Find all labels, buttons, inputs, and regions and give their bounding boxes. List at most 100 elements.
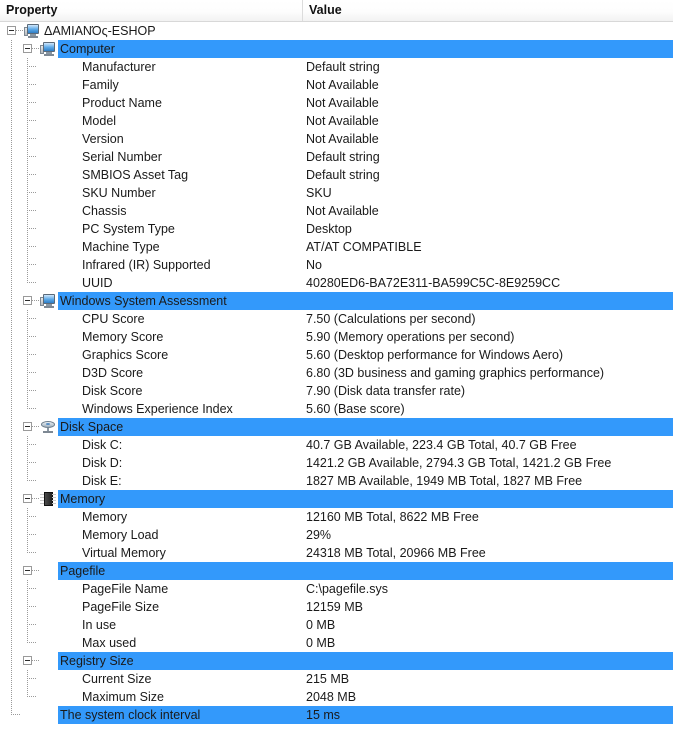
tree-row[interactable]: Manufacturer Default string — [0, 58, 673, 76]
tree-row[interactable]: SMBIOS Asset Tag Default string — [0, 166, 673, 184]
tree-connector-line — [27, 642, 37, 643]
tree-row[interactable]: Product Name Not Available — [0, 94, 673, 112]
tree-row[interactable]: In use 0 MB — [0, 616, 673, 634]
tree-row[interactable]: D3D Score 6.80 (3D business and gaming gr… — [0, 364, 673, 382]
property-label: Memory — [82, 510, 128, 524]
tree-connector-line — [11, 400, 12, 418]
property-label: Disk Score — [82, 384, 143, 398]
tree-connector-line — [27, 516, 37, 517]
tree-connector-line — [27, 526, 28, 544]
tree-connector-line — [27, 508, 28, 526]
property-label: Memory Load — [82, 528, 159, 542]
tree-connector-line — [27, 480, 37, 481]
tree-section-windows-system-assessment[interactable]: Windows System Assessment — [0, 292, 673, 310]
tree-connector-line — [11, 238, 12, 256]
property-label: Current Size — [82, 672, 152, 686]
tree-expander-collapse-icon[interactable] — [23, 566, 32, 575]
property-value: 7.50 (Calculations per second) — [306, 312, 476, 326]
property-value: 29% — [306, 528, 332, 542]
property-value: 40.7 GB Available, 223.4 GB Total, 40.7 … — [306, 438, 577, 452]
property-value: Default string — [306, 60, 380, 74]
tree-connector-line — [27, 606, 37, 607]
column-header-bar: Property Value — [0, 0, 673, 22]
tree-row[interactable]: Memory 12160 MB Total, 8622 MB Free — [0, 508, 673, 526]
tree-row[interactable]: Virtual Memory 24318 MB Total, 20966 MB F… — [0, 544, 673, 562]
property-value: Not Available — [306, 96, 379, 110]
tree-row[interactable]: PC System Type Desktop — [0, 220, 673, 238]
tree-row[interactable]: Family Not Available — [0, 76, 673, 94]
tree-connector-line — [32, 48, 40, 49]
property-label: Product Name — [82, 96, 162, 110]
tree-expander-collapse-icon[interactable] — [7, 26, 16, 35]
column-header-property[interactable]: Property — [0, 0, 302, 21]
tree-expander-collapse-icon[interactable] — [23, 494, 32, 503]
tree-section-disk-space[interactable]: Disk Space — [0, 418, 673, 436]
property-label: SMBIOS Asset Tag — [82, 168, 189, 182]
tree-section-computer[interactable]: Computer — [0, 40, 673, 58]
property-value: Default string — [306, 168, 380, 182]
tree-row[interactable]: Version Not Available — [0, 130, 673, 148]
tree-connector-line — [11, 148, 12, 166]
tree-connector-line — [27, 256, 28, 274]
tree-expander-collapse-icon[interactable] — [23, 296, 32, 305]
tree-connector-line — [11, 130, 12, 148]
property-label: Max used — [82, 636, 137, 650]
tree-expander-collapse-icon[interactable] — [23, 44, 32, 53]
tree-row[interactable]: Maximum Size 2048 MB — [0, 688, 673, 706]
tree-section-memory[interactable]: Memory — [0, 490, 673, 508]
tree-row[interactable]: Memory Load 29% — [0, 526, 673, 544]
tree-connector-line — [11, 688, 12, 706]
tree-row[interactable]: Disk E: 1827 MB Available, 1949 MB Total,… — [0, 472, 673, 490]
tree-section-label: Registry Size — [60, 654, 134, 668]
tree-row[interactable]: Serial Number Default string — [0, 148, 673, 166]
tree-row[interactable]: Disk D: 1421.2 GB Available, 2794.3 GB To… — [0, 454, 673, 472]
tree-row[interactable]: UUID 40280ED6-BA72E311-BA599C5C-8E9259CC — [0, 274, 673, 292]
tree-row[interactable]: PageFile Size 12159 MB — [0, 598, 673, 616]
property-value: 7.90 (Disk data transfer rate) — [306, 384, 466, 398]
tree-row[interactable]: Max used 0 MB — [0, 634, 673, 652]
tree-row[interactable]: Model Not Available — [0, 112, 673, 130]
tree-root-node[interactable]: ΔAMIANΌς-ESHOP — [0, 22, 673, 40]
tree-row[interactable]: Chassis Not Available — [0, 202, 673, 220]
tree-row[interactable]: Machine Type AT/AT COMPATIBLE — [0, 238, 673, 256]
tree-expander-collapse-icon[interactable] — [23, 422, 32, 431]
tree-row[interactable]: Memory Score 5.90 (Memory operations per … — [0, 328, 673, 346]
tree-connector-line — [27, 130, 28, 148]
tree-expander-collapse-icon[interactable] — [23, 656, 32, 665]
system-info-tree[interactable]: ΔAMIANΌς-ESHOP Computer Manufacturer Defaul… — [0, 22, 673, 724]
tree-row[interactable]: Disk C: 40.7 GB Available, 223.4 GB Total… — [0, 436, 673, 454]
property-label: PageFile Name — [82, 582, 169, 596]
tree-connector-line — [11, 382, 12, 400]
tree-connector-line — [27, 166, 28, 184]
tree-connector-line — [11, 310, 12, 328]
tree-row[interactable]: SKU Number SKU — [0, 184, 673, 202]
tree-section-registry-size[interactable]: Registry Size — [0, 652, 673, 670]
property-label: Disk E: — [82, 474, 122, 488]
tree-connector-line — [27, 310, 28, 328]
tree-section-pagefile[interactable]: Pagefile — [0, 562, 673, 580]
property-label: Virtual Memory — [82, 546, 166, 560]
tree-row[interactable]: CPU Score 7.50 (Calculations per second) — [0, 310, 673, 328]
tree-row[interactable]: Infrared (IR) Supported No — [0, 256, 673, 274]
property-value: 5.60 (Base score) — [306, 402, 405, 416]
tree-connector-line — [27, 696, 37, 697]
tree-row[interactable]: Disk Score 7.90 (Disk data transfer rate) — [0, 382, 673, 400]
column-header-value[interactable]: Value — [302, 0, 673, 21]
tree-connector-line — [11, 274, 12, 292]
tree-connector-line — [27, 390, 37, 391]
tree-row-system-clock-interval[interactable]: The system clock interval 15 ms — [0, 706, 673, 724]
tree-connector-line — [27, 282, 37, 283]
property-label: In use — [82, 618, 117, 632]
property-value: 2048 MB — [306, 690, 357, 704]
computer-monitor-icon — [40, 42, 56, 56]
property-value: 12160 MB Total, 8622 MB Free — [306, 510, 479, 524]
tree-connector-line — [27, 588, 37, 589]
tree-connector-line — [11, 526, 12, 544]
tree-connector-line — [27, 462, 37, 463]
tree-row[interactable]: Windows Experience Index 5.60 (Base score… — [0, 400, 673, 418]
tree-row[interactable]: PageFile Name C:\pagefile.sys — [0, 580, 673, 598]
tree-row[interactable]: Graphics Score 5.60 (Desktop performance … — [0, 346, 673, 364]
property-label: Maximum Size — [82, 690, 164, 704]
tree-connector-line — [27, 328, 28, 346]
tree-row[interactable]: Current Size 215 MB — [0, 670, 673, 688]
